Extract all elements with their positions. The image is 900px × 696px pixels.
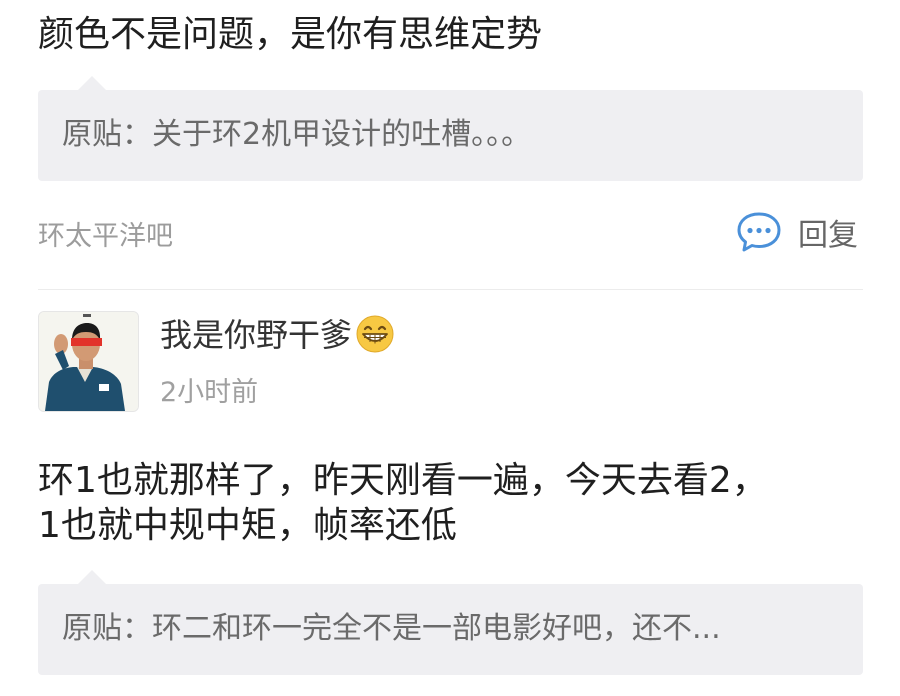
reply-label: 回复 [798, 218, 858, 253]
comment-bubble-icon [737, 212, 781, 252]
post-content-line-1[interactable]: 环1也就那样了，昨天刚看一遍，今天去看2， [38, 460, 768, 502]
reply-feed: 颜色不是问题，是你有思维定势 原贴：关于环2机甲设计的吐槽。。。 环太平洋吧 回… [0, 0, 900, 696]
original-post-quote[interactable]: 原贴：关于环2机甲设计的吐槽。。。 [38, 76, 863, 181]
forum-name[interactable]: 环太平洋吧 [38, 214, 173, 253]
quote-text: 原贴：关于环2机甲设计的吐槽。。。 [62, 117, 532, 152]
post-content-line-2[interactable]: 1也就中规中矩，帧率还低 [38, 505, 457, 547]
post-content[interactable]: 颜色不是问题，是你有思维定势 [38, 14, 542, 56]
username-text: 我是你野干爹 [160, 316, 353, 354]
divider [38, 289, 863, 290]
avatar-image [39, 312, 138, 411]
post-timestamp: 2小时前 [160, 377, 259, 408]
user-avatar[interactable] [38, 311, 139, 412]
grinning-emoji-icon [356, 315, 394, 353]
reply-button[interactable]: 回复 [736, 208, 858, 256]
username[interactable]: 我是你野干爹 [160, 310, 396, 356]
original-post-quote[interactable]: 原贴：环二和环一完全不是一部电影好吧，还不... [38, 570, 863, 675]
quote-text: 原贴：环二和环一完全不是一部电影好吧，还不... [62, 611, 721, 646]
